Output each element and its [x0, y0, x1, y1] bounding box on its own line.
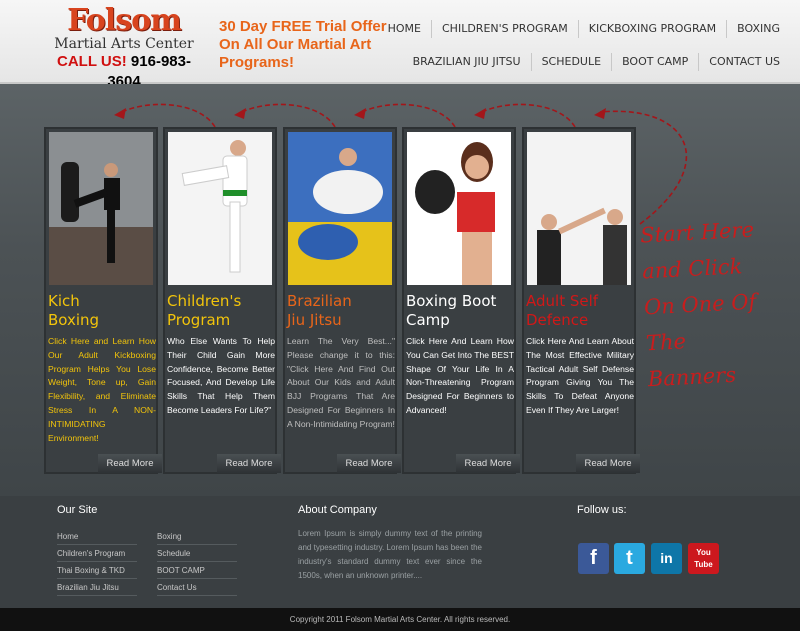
banner-title-line-2: Program: [167, 311, 231, 329]
banner-title-line-2: Jiu Jitsu: [287, 311, 342, 329]
callout-line-3: On One Of: [643, 289, 757, 320]
site-header: Folsom Martial Arts Center CALL US! 916-…: [0, 0, 800, 91]
banner-title-line-1: Brazilian: [287, 292, 352, 310]
banner-title: Adult Self Defence: [526, 292, 598, 330]
offer-line-3: Programs!: [219, 54, 295, 71]
footer-link-contact-us[interactable]: Contact Us: [157, 579, 237, 596]
banner-childrens-program[interactable]: Children's Program Who Else Wants To Hel…: [163, 127, 281, 474]
footer-link-childrens-program[interactable]: Children's Program: [57, 545, 137, 562]
banner-brazilian-jiu-jitsu[interactable]: Brazilian Jiu Jitsu Learn The Very Best.…: [283, 127, 401, 474]
self-defense-photo: [527, 132, 631, 285]
banner-title-line-1: Adult Self: [526, 292, 599, 310]
read-more-button[interactable]: Read More: [576, 454, 640, 473]
program-banners-section: Kich Boxing Click Here and Learn How Our…: [0, 84, 800, 496]
read-more-button[interactable]: Read More: [456, 454, 520, 473]
follow-us-heading: Follow us:: [577, 504, 627, 516]
banner-title: Brazilian Jiu Jitsu: [287, 292, 352, 330]
youtube-icon[interactable]: You Tube: [688, 543, 719, 574]
copyright-text: Copyright 2011 Folsom Martial Arts Cente…: [289, 615, 511, 624]
banner-title: Kich Boxing: [48, 292, 99, 330]
banner-title-line-1: Boxing Boot: [406, 292, 497, 310]
read-more-button[interactable]: Read More: [98, 454, 162, 473]
banner-adult-self-defence[interactable]: Adult Self Defence Click Here And Learn …: [522, 127, 640, 474]
main-nav-row-1: HOME CHILDREN'S PROGRAM KICKBOXING PROGR…: [378, 20, 790, 38]
nav-boot-camp[interactable]: BOOT CAMP: [611, 53, 698, 71]
banner-title-line-1: Children's: [167, 292, 242, 310]
banner-description: Learn The Very Best..." Please change it…: [287, 336, 395, 429]
copyright-bar: Copyright 2011 Folsom Martial Arts Cente…: [0, 608, 800, 631]
callout-line-4: The Banners: [645, 329, 737, 392]
site-logo[interactable]: Folsom Martial Arts Center CALL US! 916-…: [44, 3, 204, 91]
banner-description: Click Here And Learn How You Can Get Int…: [406, 336, 514, 415]
banner-title-line-2: Boxing: [48, 311, 100, 329]
about-company-heading: About Company: [298, 504, 377, 516]
call-label: CALL US!: [57, 53, 127, 70]
nav-childrens-program[interactable]: CHILDREN'S PROGRAM: [431, 20, 578, 38]
banner-description: Click Here And Learn About The Most Effe…: [526, 336, 634, 415]
trial-offer[interactable]: 30 Day FREE Trial Offer On All Our Marti…: [219, 18, 389, 72]
banner-title-line-1: Kich: [48, 292, 80, 310]
footer-link-boxing[interactable]: Boxing: [157, 528, 237, 545]
banner-kickboxing[interactable]: Kich Boxing Click Here and Learn How Our…: [44, 127, 162, 474]
footer-links-col-2: Boxing Schedule BOOT CAMP Contact Us: [157, 528, 237, 596]
banner-description: Click Here and Learn How Our Adult Kickb…: [48, 336, 156, 443]
banner-description: Who Else Wants To Help Their Child Gain …: [167, 336, 275, 415]
callout-line-1: Start Here: [639, 217, 755, 248]
footer-link-home[interactable]: Home: [57, 528, 137, 545]
linkedin-icon[interactable]: in: [651, 543, 682, 574]
nav-schedule[interactable]: SCHEDULE: [530, 53, 612, 71]
child-karate-photo: [168, 132, 272, 285]
read-more-button[interactable]: Read More: [217, 454, 281, 473]
logo-subtitle: Martial Arts Center: [54, 36, 194, 52]
banner-title: Boxing Boot Camp: [406, 292, 496, 330]
read-more-button[interactable]: Read More: [337, 454, 401, 473]
jiu-jitsu-photo: [288, 132, 392, 285]
twitter-icon[interactable]: t: [614, 543, 645, 574]
offer-line-2: On All Our Martial Art: [219, 36, 372, 53]
kickboxer-photo: [49, 132, 153, 285]
offer-line-1: 30 Day FREE Trial Offer: [219, 18, 389, 36]
site-footer: Our Site Home Children's Program Thai Bo…: [0, 496, 800, 608]
footer-link-schedule[interactable]: Schedule: [157, 545, 237, 562]
footer-link-boot-camp[interactable]: BOOT CAMP: [157, 562, 237, 579]
nav-boxing[interactable]: BOXING: [726, 20, 790, 38]
footer-link-brazilian-jiu-jitsu[interactable]: Brazilian Jiu Jitsu: [57, 579, 137, 596]
footer-links-col-1: Home Children's Program Thai Boxing & TK…: [57, 528, 137, 596]
nav-brazilian-jiu-jitsu[interactable]: BRAZILIAN JIU JITSU: [403, 53, 531, 71]
main-nav-row-2: BRAZILIAN JIU JITSU SCHEDULE BOOT CAMP C…: [403, 53, 790, 71]
nav-kickboxing-program[interactable]: KICKBOXING PROGRAM: [577, 20, 726, 38]
banner-title-line-2: Camp: [406, 311, 450, 329]
nav-home[interactable]: HOME: [378, 20, 431, 38]
our-site-heading: Our Site: [57, 504, 98, 516]
facebook-icon[interactable]: f: [578, 543, 609, 574]
about-company-text: Lorem Ipsum is simply dummy text of the …: [298, 529, 482, 580]
banner-title: Children's Program: [167, 292, 241, 330]
banner-title-line-2: Defence: [526, 311, 589, 329]
logo-name: Folsom: [67, 3, 182, 38]
footer-link-thai-boxing[interactable]: Thai Boxing & TKD: [57, 562, 137, 579]
offer-line-1-text: 30 Day FREE Trial Offer: [219, 18, 387, 35]
banner-boxing-boot-camp[interactable]: Boxing Boot Camp Click Here And Learn Ho…: [402, 127, 520, 474]
start-here-callout: Start Here and Click On One Of The Banne…: [639, 211, 778, 398]
boxer-woman-photo: [407, 132, 511, 285]
nav-contact-us[interactable]: CONTACT US: [698, 53, 790, 71]
